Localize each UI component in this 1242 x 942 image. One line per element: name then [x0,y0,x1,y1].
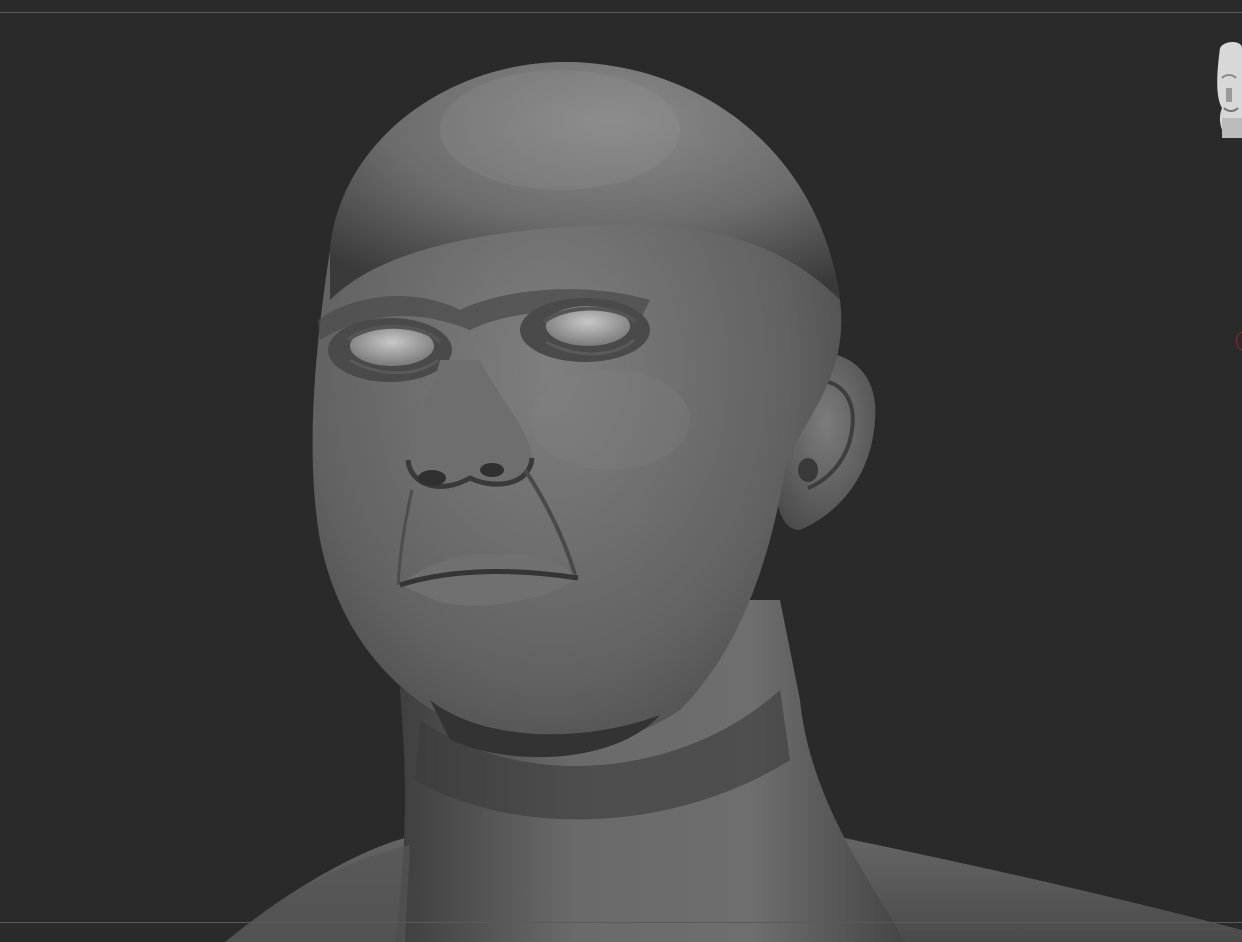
3d-viewport[interactable] [0,0,1242,942]
canvas-bottom-border [0,922,1242,923]
head-orientation-navigator-icon[interactable] [1212,38,1242,148]
rotation-axis-indicator-icon [1236,332,1242,350]
sculpt-model[interactable] [0,0,1242,942]
